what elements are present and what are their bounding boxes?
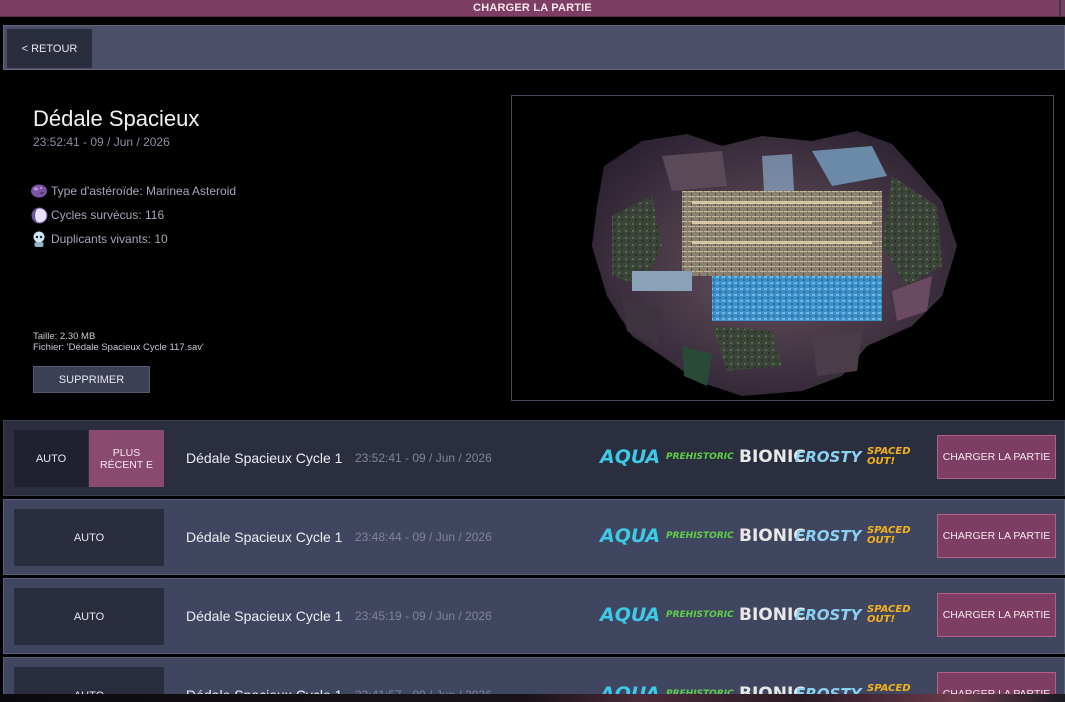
load-game-button[interactable]: CHARGER LA PARTIE <box>937 435 1056 479</box>
save-time: 23:45:19 - 09 / Jun / 2026 <box>355 609 492 623</box>
desktop-strip <box>0 694 1065 702</box>
duplicants-label: Duplicants vivants: 10 <box>51 232 168 246</box>
most-recent-badge: PLUS RÉCENT E <box>89 430 164 487</box>
dlc-spaced-out-logo: SPACED OUT! <box>867 525 911 546</box>
window-title-bar: CHARGER LA PARTIE <box>0 0 1065 17</box>
stat-cycles: Cycles survécus: 116 <box>30 203 236 227</box>
load-game-button[interactable]: CHARGER LA PARTIE <box>937 593 1056 637</box>
save-name: Dédale Spacieux Cycle 1 <box>186 608 343 624</box>
file-info: Taille: 2.30 MB Fichier: 'Dédale Spacieu… <box>33 331 204 353</box>
dlc-aqua-logo: AQUA <box>600 604 661 626</box>
dlc-prehistoric-logo: PREHISTORIC <box>666 610 734 620</box>
colony-map-image <box>592 131 957 396</box>
auto-tag: AUTO <box>14 430 88 487</box>
title-bar-edge <box>1059 0 1061 17</box>
load-game-button[interactable]: CHARGER LA PARTIE <box>937 514 1056 558</box>
stat-asteroid-type: Type d'astéroïde: Marinea Asteroid <box>30 179 236 203</box>
file-size: Taille: 2.30 MB <box>33 331 96 342</box>
dlc-aqua-logo: AQUA <box>600 446 661 468</box>
save-row[interactable]: AUTO Dédale Spacieux Cycle 1 23:45:19 - … <box>3 578 1065 654</box>
top-toolbar: < RETOUR <box>3 25 1065 70</box>
auto-tag: AUTO <box>14 588 164 645</box>
window-title: CHARGER LA PARTIE <box>473 2 592 14</box>
dlc-prehistoric-logo: PREHISTORIC <box>666 452 734 462</box>
colony-stats: Type d'astéroïde: Marinea Asteroid Cycle… <box>30 179 236 251</box>
colony-map-preview <box>511 95 1054 401</box>
save-details-panel: Dédale Spacieux 23:52:41 - 09 / Jun / 20… <box>3 72 1065 420</box>
auto-tag: AUTO <box>14 509 164 566</box>
save-name: Dédale Spacieux Cycle 1 <box>186 450 343 466</box>
dlc-frosty-logo: FROSTY <box>795 527 862 545</box>
dlc-spaced-out-logo: SPACED OUT! <box>867 446 911 467</box>
file-name: Fichier: 'Dédale Spacieux Cycle 117.sav' <box>33 342 204 353</box>
colony-name: Dédale Spacieux <box>33 106 200 131</box>
asteroid-icon <box>30 182 48 200</box>
dlc-frosty-logo: FROSTY <box>795 606 862 624</box>
cycle-moon-icon <box>30 206 48 224</box>
asteroid-type-label: Type d'astéroïde: Marinea Asteroid <box>51 184 237 198</box>
dlc-frosty-logo: FROSTY <box>795 448 862 466</box>
back-button[interactable]: < RETOUR <box>7 29 92 68</box>
save-row[interactable]: AUTO Dédale Spacieux Cycle 1 23:48:44 - … <box>3 499 1065 575</box>
save-name: Dédale Spacieux Cycle 1 <box>186 529 343 545</box>
save-row[interactable]: AUTO PLUS RÉCENT E Dédale Spacieux Cycle… <box>3 420 1065 496</box>
delete-button[interactable]: SUPPRIMER <box>33 366 150 393</box>
save-time: 23:52:41 - 09 / Jun / 2026 <box>355 451 492 465</box>
save-time: 23:48:44 - 09 / Jun / 2026 <box>355 530 492 544</box>
save-timestamp: 23:52:41 - 09 / Jun / 2026 <box>33 135 170 149</box>
cycles-label: Cycles survécus: 116 <box>51 208 165 222</box>
dlc-spaced-out-logo: SPACED OUT! <box>867 604 911 625</box>
stat-duplicants: Duplicants vivants: 10 <box>30 227 236 251</box>
dlc-aqua-logo: AQUA <box>600 525 661 547</box>
dlc-prehistoric-logo: PREHISTORIC <box>666 531 734 541</box>
duplicant-icon <box>30 230 48 248</box>
